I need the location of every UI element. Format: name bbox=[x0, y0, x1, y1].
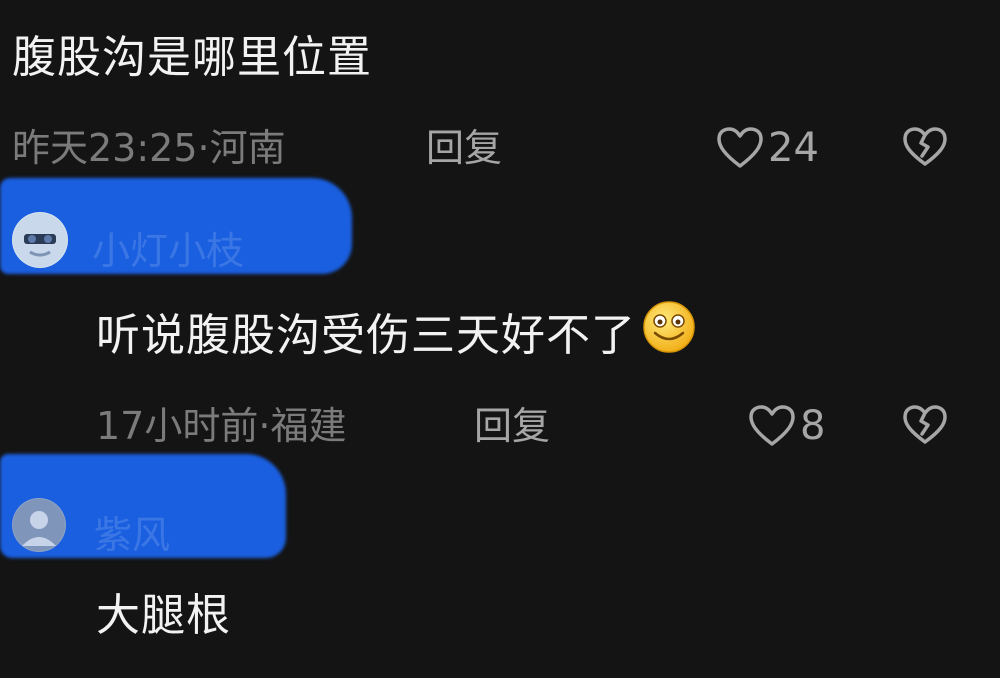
comment-2-time: 17小时前 bbox=[96, 404, 259, 448]
comment-2-like-button[interactable]: 8 bbox=[748, 402, 825, 450]
comment-1-text: 腹股沟是哪里位置 bbox=[12, 32, 372, 83]
comment-2-text-row: 听说腹股沟受伤三天好不了 bbox=[96, 301, 696, 368]
comment-1-dislike-button[interactable] bbox=[902, 126, 948, 168]
comment-2-meta: 17小时前·福建 bbox=[96, 402, 346, 450]
heart-outline-icon bbox=[748, 404, 796, 448]
comment-2-like-count: 8 bbox=[800, 403, 826, 449]
comment-1-meta: 昨天23:25·河南 bbox=[12, 124, 286, 172]
meta-separator: · bbox=[258, 404, 271, 448]
smiley-emoji bbox=[642, 300, 696, 368]
meta-separator: · bbox=[197, 126, 210, 170]
comment-3-username[interactable]: 紫风 bbox=[94, 504, 170, 559]
avatar[interactable] bbox=[12, 212, 68, 268]
comment-2-username[interactable]: 小灯小枝 bbox=[92, 220, 244, 275]
broken-heart-icon bbox=[902, 126, 948, 168]
comment-2-location: 福建 bbox=[270, 404, 347, 448]
comment-3-text: 大腿根 bbox=[96, 590, 231, 641]
heart-outline-icon bbox=[716, 126, 764, 170]
comment-1-location: 河南 bbox=[209, 126, 286, 170]
comment-2-reply-button[interactable]: 回复 bbox=[474, 402, 550, 450]
comment-1-time: 昨天23:25 bbox=[12, 126, 198, 170]
comment-2-dislike-button[interactable] bbox=[902, 404, 948, 446]
comment-1-like-count: 24 bbox=[768, 125, 819, 171]
comment-1-reply-button[interactable]: 回复 bbox=[426, 124, 502, 172]
comment-thread: 腹股沟是哪里位置 昨天23:25·河南 回复 24 小灯小枝 听说腹股沟受伤三天… bbox=[0, 0, 1000, 678]
broken-heart-icon bbox=[902, 404, 948, 446]
comment-1-like-button[interactable]: 24 bbox=[716, 124, 819, 172]
comment-2-text: 听说腹股沟受伤三天好不了 bbox=[96, 310, 636, 361]
avatar[interactable] bbox=[12, 498, 66, 552]
